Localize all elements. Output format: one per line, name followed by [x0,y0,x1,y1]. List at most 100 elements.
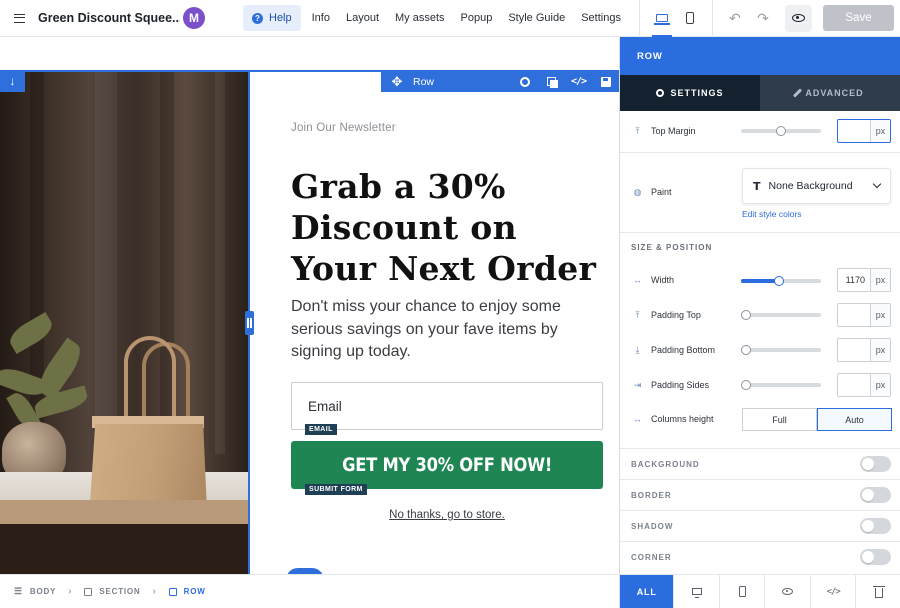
style-guide-button[interactable]: Style Guide [500,5,573,31]
width-input[interactable]: 1170 px [837,268,891,292]
background-toggle-row: BACKGROUND [620,448,900,479]
body-icon: ☰ [14,586,23,596]
settings-button[interactable]: Settings [573,5,629,31]
columns-height-toggle: Full Auto [742,408,892,431]
paint-label: Paint [651,187,672,197]
padding-top-label: Padding Top [651,310,701,320]
arrow-down-icon[interactable]: ↓ [0,70,25,92]
mobile-view-button[interactable] [676,0,704,37]
columns-height-icon: ↔ [633,414,642,424]
padding-sides-input[interactable]: px [837,373,891,397]
padding-sides-icon: ⇥ [633,379,642,390]
editor-canvas: ↓ ✥ Row </> Join Our Newsletter Grab a 3… [0,38,619,574]
border-toggle[interactable] [860,487,891,503]
paint-dropdown[interactable]: T None Background [742,168,891,204]
subheadline: Don't miss your chance to enjoy some ser… [291,298,561,360]
tab-advanced[interactable]: ADVANCED [760,75,900,111]
popup-button[interactable]: Popup [453,5,501,31]
top-bar: Green Discount Squee... M ? Help Info La… [0,0,900,37]
my-assets-button[interactable]: My assets [387,5,453,31]
eye-icon [782,588,794,595]
menu-icon[interactable] [0,0,38,37]
product-image[interactable] [0,72,248,574]
row-toolbar-label: Row [413,75,435,88]
duplicate-icon[interactable] [538,77,565,88]
padding-sides-slider[interactable] [741,380,821,390]
section-above [0,38,619,70]
desktop-view-button[interactable] [648,0,676,37]
edit-style-colors-link[interactable]: Edit style colors [742,209,802,219]
mobile-icon [738,586,746,597]
trash-icon [872,585,885,598]
properties-panel: ROW SETTINGS ADVANCED ⤒ Top Margin px ◍ … [619,37,900,608]
delete-button[interactable] [855,575,900,608]
width-icon: ↔ [633,275,642,285]
redo-icon[interactable]: ↷ [749,10,777,27]
decline-link[interactable]: No thanks, go to store. [291,509,603,521]
gear-icon[interactable] [511,76,538,87]
move-icon[interactable]: ✥ [381,74,413,90]
visibility-button[interactable] [764,575,810,608]
save-button[interactable]: Save [823,5,894,31]
email-element-tag: EMAIL [305,424,337,435]
avatar[interactable]: M [183,7,205,29]
text-icon: T [753,179,761,193]
breadcrumb-body-label: BODY [29,587,57,596]
breadcrumb-row[interactable]: ROW [168,587,206,596]
padding-top-slider[interactable] [741,310,821,320]
chevron-down-icon [872,179,882,189]
code-icon: </> [826,586,841,597]
chevron-right-icon: › [152,586,157,597]
layout-button[interactable]: Layout [338,5,387,31]
desktop-visibility-button[interactable] [673,575,719,608]
save-icon[interactable] [592,76,619,87]
tab-settings[interactable]: SETTINGS [620,75,760,111]
preview-button[interactable] [784,4,812,32]
toolbar-divider [711,0,713,37]
desktop-icon [653,14,670,25]
width-slider[interactable] [741,276,821,286]
columns-height-label: Columns height [651,414,714,424]
shadow-label: SHADOW [631,521,674,531]
submit-button[interactable]: GET MY 30% OFF NOW! [291,441,603,489]
row-icon [168,587,177,596]
tab-advanced-label: ADVANCED [805,88,864,98]
breadcrumb: ☰ BODY › SECTION › ROW [0,574,619,608]
info-button[interactable]: Info [304,5,338,31]
columns-height-auto[interactable]: Auto [817,408,892,431]
background-toggle[interactable] [860,456,891,472]
columns-height-full[interactable]: Full [742,408,817,431]
shadow-toggle[interactable] [860,518,891,534]
help-icon: ? [252,12,263,24]
breadcrumb-body[interactable]: ☰ BODY [14,586,56,597]
corner-toggle-row: CORNER [620,541,900,572]
undo-icon[interactable]: ↶ [721,10,749,27]
top-margin-input[interactable]: px [837,119,891,143]
tab-settings-label: SETTINGS [670,88,724,98]
padding-bottom-icon: ⤓ [635,344,640,355]
help-button[interactable]: ? Help [243,5,301,31]
submit-button-label: GET MY 30% OFF NOW! [341,454,553,476]
toolbar-divider [638,0,640,37]
column-resize-handle[interactable] [245,311,254,335]
breadcrumb-row-label: ROW [183,587,206,596]
palette-icon: ◍ [633,186,642,197]
padding-bottom-label: Padding Bottom [651,345,716,355]
submit-form-tag: SUBMIT FORM [305,484,367,495]
breadcrumb-section[interactable]: SECTION [84,587,140,596]
top-margin-slider[interactable] [741,126,821,136]
padding-bottom-input[interactable]: px [837,338,891,362]
padding-bottom-slider[interactable] [741,345,821,355]
corner-toggle[interactable] [860,549,891,565]
page-title: Green Discount Squee... [38,11,180,25]
padding-top-input[interactable]: px [837,303,891,327]
code-icon[interactable]: </> [565,76,592,87]
all-devices-button[interactable]: ALL [620,575,674,608]
headline: Grab a 30% Discount on Your Next Order [291,167,597,288]
mobile-visibility-button[interactable] [718,575,765,608]
padding-top-icon: ⤒ [635,309,640,320]
code-button[interactable]: </> [809,575,856,608]
chevron-right-icon: › [68,586,73,597]
email-field[interactable]: Email [291,382,603,430]
top-margin-label: Top Margin [651,126,696,136]
